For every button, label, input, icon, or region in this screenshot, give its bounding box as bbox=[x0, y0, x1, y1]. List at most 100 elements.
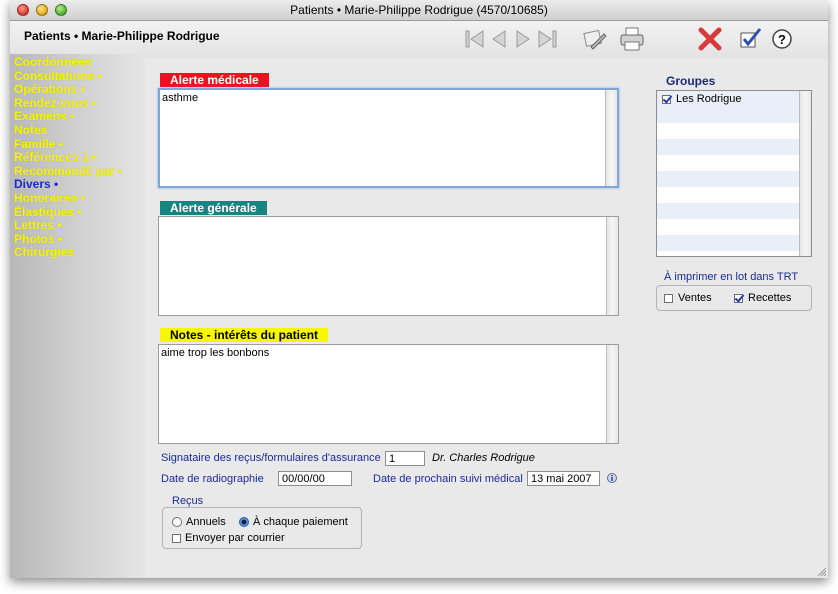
window-title: Patients • Marie-Philippe Rodrigue (4570… bbox=[290, 3, 548, 17]
sidebar-item-4[interactable]: Examens • bbox=[14, 110, 145, 124]
recus-paiement-label: À chaque paiement bbox=[253, 516, 348, 528]
alerte-generale-scrollbar[interactable] bbox=[606, 217, 618, 315]
page-title: Patients • Marie-Philippe Rodrigue bbox=[24, 29, 220, 43]
imprimer-title: À imprimer en lot dans TRT bbox=[664, 271, 799, 283]
sidebar-item-dot: • bbox=[77, 82, 85, 97]
sidebar: Coordonnées Consultations • Opérations • Re… bbox=[10, 54, 145, 578]
sidebar-item-11[interactable]: Élastiques • bbox=[14, 204, 145, 220]
sidebar-item-dot: • bbox=[55, 136, 63, 151]
last-record-button[interactable] bbox=[533, 25, 561, 53]
sidebar-item-label: Opérations bbox=[14, 82, 78, 97]
resize-grip[interactable] bbox=[816, 566, 827, 577]
sidebar-item-label: Photos bbox=[14, 231, 55, 246]
sidebar-item-5[interactable]: Notes bbox=[14, 122, 145, 138]
print-icon bbox=[620, 27, 644, 51]
sidebar-item-3[interactable]: Rendez-vous • bbox=[14, 95, 145, 111]
sidebar-item-dot: • bbox=[77, 190, 85, 205]
help-icon: ? bbox=[772, 29, 792, 49]
groupe-label: Les Rodrigue bbox=[676, 93, 742, 105]
header: Patients • Marie-Philippe Rodrigue ? bbox=[10, 21, 828, 58]
sidebar-item-0[interactable]: Coordonnées bbox=[14, 55, 145, 70]
recus-paiement-radio[interactable] bbox=[239, 517, 249, 527]
sidebar-item-label: Chirurgies bbox=[14, 245, 75, 260]
close-window-button[interactable] bbox=[17, 4, 29, 16]
ventes-option[interactable]: Ventes bbox=[664, 292, 712, 304]
sidebar-item-7[interactable]: Références à • bbox=[14, 150, 145, 165]
suivi-label: Date de prochain suivi médical bbox=[373, 473, 523, 485]
sidebar-item-14[interactable]: Chirurgies bbox=[14, 246, 145, 260]
recus-title: Reçus bbox=[172, 495, 204, 507]
sidebar-item-8[interactable]: Recommandé par • bbox=[14, 163, 145, 179]
ventes-label: Ventes bbox=[678, 292, 712, 304]
help-icon-glyph: ? bbox=[778, 32, 786, 47]
sidebar-item-label: Coordonnées bbox=[14, 55, 92, 69]
recus-box: Annuels À chaque paiement Envoyer par co… bbox=[162, 507, 362, 549]
sidebar-item-12[interactable]: Lettres • bbox=[14, 218, 145, 233]
recus-paiement-option[interactable]: À chaque paiement bbox=[239, 516, 348, 528]
edit-document-button[interactable] bbox=[580, 25, 608, 53]
sidebar-item-2[interactable]: Opérations • bbox=[14, 82, 145, 97]
help-button[interactable]: ? bbox=[768, 25, 796, 53]
delete-button[interactable] bbox=[696, 25, 724, 53]
sidebar-item-dot: • bbox=[88, 150, 97, 165]
signataire-doctor: Dr. Charles Rodrigue bbox=[432, 452, 535, 464]
envoyer-courrier-label: Envoyer par courrier bbox=[185, 532, 285, 544]
zoom-window-button[interactable] bbox=[55, 4, 67, 16]
sidebar-item-6[interactable]: Famille • bbox=[14, 136, 145, 152]
imprimer-box: Ventes Recettes bbox=[656, 285, 812, 311]
sidebar-item-label: Honoraires bbox=[14, 190, 78, 205]
recus-annuels-label: Annuels bbox=[186, 516, 226, 528]
radiographie-input[interactable]: 00/00/00 bbox=[278, 471, 352, 486]
last-record-icon bbox=[538, 30, 557, 48]
alerte-medicale-field[interactable]: asthme bbox=[158, 88, 619, 188]
groupe-checkbox[interactable] bbox=[662, 94, 671, 104]
sidebar-item-10[interactable]: Honoraires • bbox=[14, 190, 145, 206]
validate-button[interactable] bbox=[736, 25, 764, 53]
notes-scrollbar[interactable] bbox=[606, 345, 618, 443]
sidebar-item-13[interactable]: Photos • bbox=[14, 231, 145, 247]
envoyer-courrier-checkbox[interactable] bbox=[172, 533, 181, 543]
recettes-label: Recettes bbox=[748, 292, 792, 304]
sidebar-item-9[interactable]: Divers • bbox=[14, 178, 145, 192]
recettes-checkbox[interactable] bbox=[734, 293, 743, 303]
edit-document-icon bbox=[583, 29, 607, 50]
sidebar-item-1[interactable]: Consultations • bbox=[14, 68, 145, 84]
sidebar-item-label: Notes bbox=[14, 122, 48, 137]
app-window: Patients • Marie-Philippe Rodrigue (4570… bbox=[10, 0, 828, 578]
sidebar-item-label: Références à bbox=[14, 150, 89, 165]
notes-field[interactable]: aime trop les bonbons bbox=[158, 344, 619, 444]
groupes-scrollbar[interactable] bbox=[799, 91, 811, 256]
validate-icon bbox=[740, 28, 762, 48]
radiographie-label: Date de radiographie bbox=[161, 473, 264, 485]
sidebar-item-dot: • bbox=[94, 68, 102, 83]
sidebar-item-label: Rendez-vous bbox=[14, 95, 89, 110]
recettes-option[interactable]: Recettes bbox=[734, 292, 791, 304]
sidebar-item-label: Recommandé par bbox=[14, 163, 115, 178]
notes-label: Notes - intérêts du patient bbox=[160, 328, 329, 342]
ventes-checkbox[interactable] bbox=[664, 293, 673, 303]
notes-text: aime trop les bonbons bbox=[161, 347, 270, 359]
signataire-input[interactable]: 1 bbox=[385, 451, 425, 466]
sidebar-item-dot: • bbox=[54, 218, 62, 233]
list-item[interactable]: Les Rodrigue bbox=[657, 91, 811, 107]
sidebar-item-dot: • bbox=[50, 177, 59, 192]
alerte-generale-label: Alerte générale bbox=[160, 201, 267, 215]
alerte-generale-field[interactable] bbox=[158, 216, 619, 316]
envoyer-courrier-option[interactable]: Envoyer par courrier bbox=[172, 532, 285, 544]
info-icon[interactable] bbox=[607, 473, 617, 483]
sidebar-item-label: Consultations bbox=[14, 68, 94, 83]
alerte-medicale-text: asthme bbox=[162, 92, 199, 104]
signataire-label: Signataire des reçus/formulaires d'assur… bbox=[161, 452, 381, 464]
sidebar-item-dot: • bbox=[74, 204, 82, 219]
sidebar-item-label: Examens bbox=[14, 109, 67, 124]
groupes-list[interactable]: Les Rodrigue bbox=[656, 90, 812, 257]
sidebar-item-dot: • bbox=[88, 95, 97, 110]
suivi-input[interactable]: 13 mai 2007 bbox=[527, 471, 600, 486]
sidebar-item-dot: • bbox=[54, 231, 63, 246]
recus-annuels-radio[interactable] bbox=[172, 517, 182, 527]
alerte-medicale-scrollbar[interactable] bbox=[605, 90, 617, 186]
minimize-window-button[interactable] bbox=[36, 4, 48, 16]
sidebar-item-dot: • bbox=[114, 163, 123, 178]
recus-annuels-option[interactable]: Annuels bbox=[172, 516, 226, 528]
print-button[interactable] bbox=[618, 25, 646, 53]
